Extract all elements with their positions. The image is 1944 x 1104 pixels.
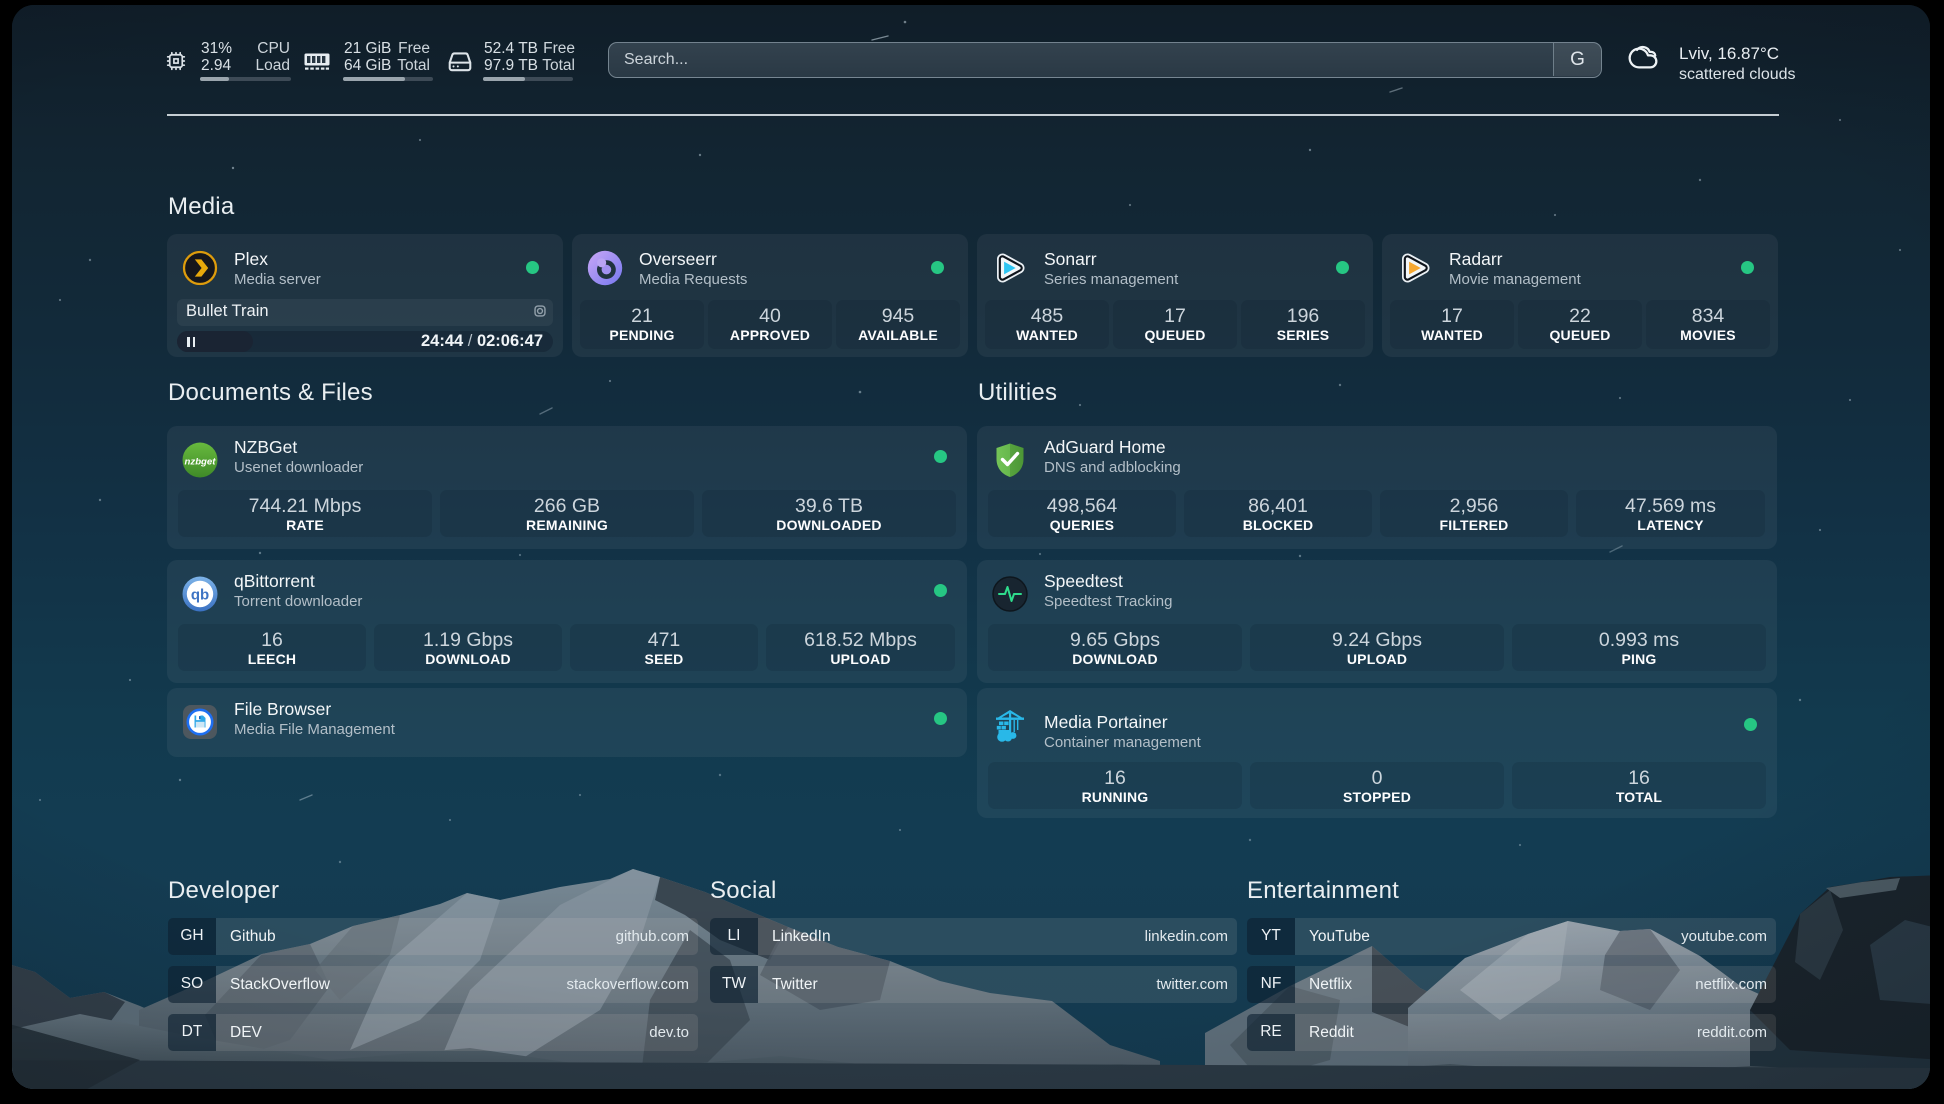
svg-text:nzbget: nzbget: [185, 457, 217, 468]
svg-text:qb: qb: [191, 586, 209, 603]
